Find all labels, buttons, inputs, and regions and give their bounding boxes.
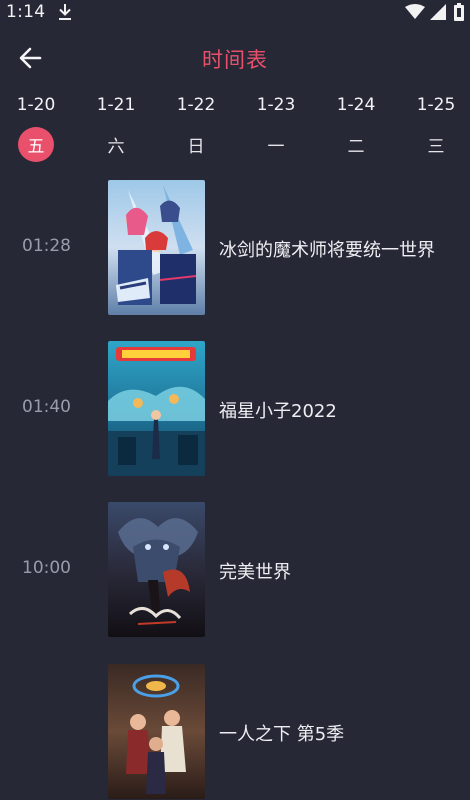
anime-title: 冰剑的魔术师将要统一世界 [219,240,435,261]
date-label: 1-24 [336,95,376,115]
date-label: 1-21 [96,95,136,115]
anime-poster [108,502,205,637]
date-tab-1-21[interactable]: 1-21 六 [86,92,146,162]
anime-poster [108,664,205,799]
poster-image [108,664,205,799]
status-time: 1:14 [6,2,46,22]
anime-poster [108,341,205,476]
page-title: 时间表 [202,48,268,72]
schedule-item[interactable]: 01:40 福星小子2022 [0,341,470,477]
anime-poster [108,180,205,315]
anime-title: 完美世界 [219,562,291,583]
weekday-label: 一 [267,137,285,157]
air-time: 10:00 [22,558,71,578]
poster-image [108,502,205,637]
date-tab-1-22[interactable]: 1-22 日 [166,92,226,162]
schedule-item[interactable]: 10:00 完美世界 [0,502,470,638]
air-time: 01:40 [22,397,71,417]
app-bar: 时间表 [0,30,470,86]
date-tab-1-24[interactable]: 1-24 二 [326,92,386,162]
date-label: 1-22 [176,95,216,115]
weekday-label: 三 [427,137,445,157]
status-bar: 1:14 [0,0,470,26]
weekday-label: 六 [107,137,125,157]
weekday-label: 五 [18,127,54,162]
weekday-label: 二 [347,137,365,157]
anime-title: 一人之下 第5季 [219,724,345,745]
poster-image [108,341,205,476]
date-label: 1-20 [16,95,56,115]
date-label: 1-23 [256,95,296,115]
date-tabs: 1-20 五 1-21 六 1-22 日 1-23 一 1-24 二 1-25 … [0,92,470,162]
weekday-label: 日 [187,137,205,157]
anime-title: 福星小子2022 [219,401,337,422]
poster-image [108,180,205,315]
battery-icon [454,3,464,21]
date-tab-1-23[interactable]: 1-23 一 [246,92,306,162]
cell-signal-icon [430,4,446,20]
date-tab-1-20[interactable]: 1-20 五 [6,92,66,162]
date-label: 1-25 [416,95,456,115]
wifi-icon [405,4,425,19]
date-tab-1-25[interactable]: 1-25 三 [406,92,466,162]
download-icon [59,4,71,20]
schedule-item[interactable]: 一人之下 第5季 [0,664,470,800]
air-time: 01:28 [22,236,71,256]
schedule-item[interactable]: 01:28 冰剑的魔术师将要统一世界 [0,180,470,316]
